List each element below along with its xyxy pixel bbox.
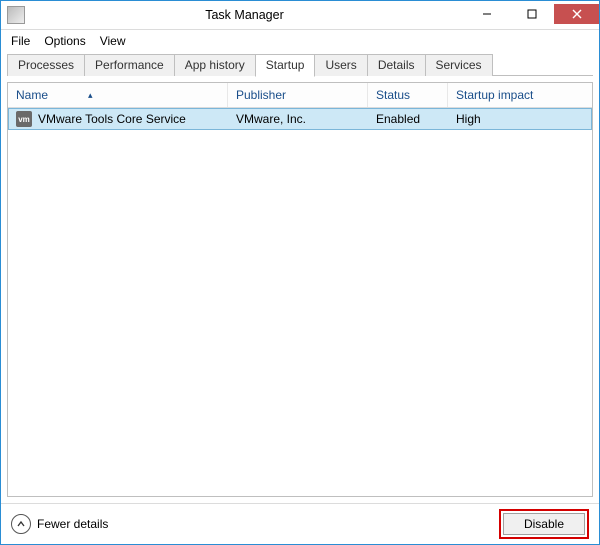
row-status: Enabled <box>368 112 448 126</box>
menu-file[interactable]: File <box>11 34 30 48</box>
row-impact: High <box>448 112 592 126</box>
window-controls <box>464 4 599 26</box>
menu-view[interactable]: View <box>100 34 126 48</box>
tab-users[interactable]: Users <box>314 54 367 76</box>
app-icon <box>7 6 25 24</box>
tab-performance[interactable]: Performance <box>84 54 175 76</box>
close-icon <box>572 9 582 19</box>
disable-highlight: Disable <box>499 509 589 539</box>
titlebar: Task Manager <box>1 1 599 30</box>
row-name: VMware Tools Core Service <box>38 112 186 126</box>
tab-processes[interactable]: Processes <box>7 54 85 76</box>
column-publisher[interactable]: Publisher <box>228 83 368 107</box>
minimize-icon <box>482 9 492 19</box>
menubar: File Options View <box>1 30 599 54</box>
disable-button[interactable]: Disable <box>503 513 585 535</box>
chevron-up-icon <box>11 514 31 534</box>
maximize-icon <box>527 9 537 19</box>
task-manager-window: Task Manager File Options View Processes… <box>0 0 600 545</box>
column-headers: Name ▴ Publisher Status Startup impact <box>8 83 592 108</box>
column-name-label: Name <box>16 88 48 102</box>
table-row[interactable]: vm VMware Tools Core Service VMware, Inc.E… <box>8 108 592 130</box>
tab-strip: Processes Performance App history Startu… <box>1 54 599 76</box>
fewer-details-label: Fewer details <box>37 517 108 531</box>
minimize-button[interactable] <box>464 4 509 24</box>
startup-list: Name ▴ Publisher Status Startup impact v… <box>7 82 593 497</box>
app-row-icon: vm <box>16 111 32 127</box>
tab-startup[interactable]: Startup <box>255 54 316 77</box>
sort-ascending-icon: ▴ <box>88 90 93 101</box>
column-name[interactable]: Name ▴ <box>8 83 228 107</box>
rows-container: vm VMware Tools Core Service VMware, Inc.E… <box>8 108 592 496</box>
tab-details[interactable]: Details <box>367 54 426 76</box>
fewer-details-button[interactable]: Fewer details <box>11 514 108 534</box>
tab-app-history[interactable]: App history <box>174 54 256 76</box>
row-publisher: VMware, Inc. <box>228 112 368 126</box>
column-impact[interactable]: Startup impact <box>448 83 592 107</box>
footer: Fewer details Disable <box>1 503 599 544</box>
menu-options[interactable]: Options <box>44 34 85 48</box>
tab-services[interactable]: Services <box>425 54 493 76</box>
column-status[interactable]: Status <box>368 83 448 107</box>
maximize-button[interactable] <box>509 4 554 24</box>
window-title: Task Manager <box>25 8 464 22</box>
close-button[interactable] <box>554 4 599 24</box>
